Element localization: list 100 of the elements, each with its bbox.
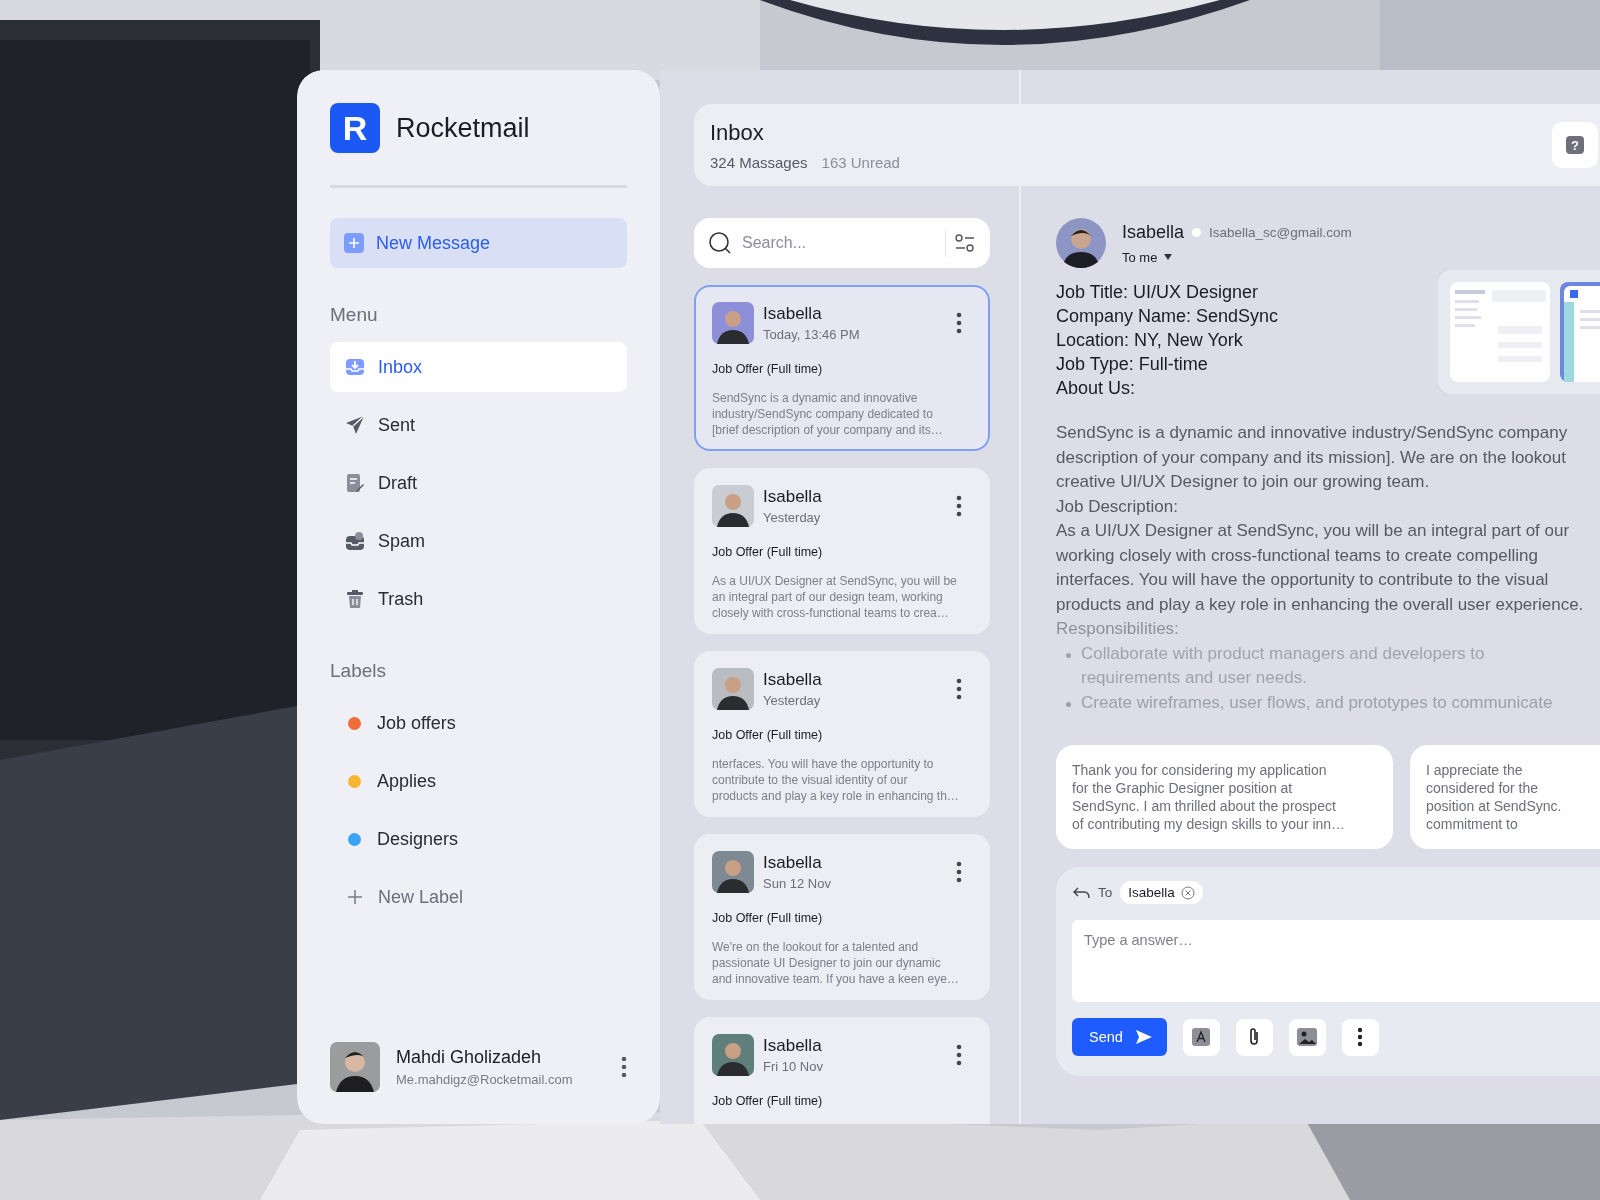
send-icon [1134, 1029, 1153, 1045]
bullet-item: Collaborate with product managers and developers to requirements and user needs. [1081, 642, 1485, 689]
sender-name: Isabella [763, 487, 823, 507]
menu-item[interactable]: Draft [330, 458, 627, 508]
status-dot [1192, 227, 1202, 237]
message-time: Yesterday [763, 693, 822, 708]
user-email: Me.mahdigz@Rocketmail.com [396, 1072, 574, 1087]
user-avatar [330, 1042, 380, 1092]
sender-name: Isabella [763, 304, 823, 324]
page-title: Inbox [710, 119, 765, 146]
plus-icon [344, 233, 364, 253]
email-paragraph: SendSync is a dynamic and innovative industry/SendSync company description of your company and its mission]. We are on the lookout creative UI/UX Designer to join our growing team. [1056, 422, 1569, 493]
suggested-reply[interactable]: Thank you for considering my application for the Graphic Designer position at SendSync. I am thrilled about the prospect of contributing my design skills to your inn… [1056, 745, 1393, 849]
message-preview: As a UI/UX Designer at SendSync, you will be an integral part of our design team, working closely with cross-functional teams to crea… [712, 573, 958, 621]
job-detail: About Us: [1056, 378, 1137, 399]
attachment-button[interactable] [1235, 1018, 1273, 1056]
logo: R [330, 103, 380, 153]
message-card[interactable]: Isabella Today, 13:46 PM Job Offer (Full time) SendSync is a dynamic and innovative industry/SendSync company dedicated to [brief description of your company and its… [694, 285, 990, 451]
message-preview: We're on the lookout for a talented and passionate UI Designer to join our dynamic and innovative team. If you have a keen eye… [712, 939, 960, 987]
more-icon[interactable] [621, 1056, 627, 1078]
more-icon [1357, 1027, 1364, 1047]
email-paragraph: As a UI/UX Designer at SendSync, you will be an integral part of our working closely with cross-functional teams to create compelling interfaces. You will have the opportunity to contribute to the visual products and play a key role in enhancing the overall user experience. [1056, 520, 1585, 616]
label-item[interactable]: Designers [330, 814, 627, 864]
message-time: Fri 10 Nov [763, 1059, 824, 1074]
job-detail: Location: NY, New York [1056, 330, 1244, 351]
paper-plane-icon [344, 414, 366, 436]
section-heading: Menu [330, 304, 379, 326]
message-preview: SendSync is a dynamic and innovative industry/SendSync company dedicated to [brief description of your company and its… [712, 390, 944, 438]
image-icon [1297, 1028, 1318, 1046]
message-card[interactable]: Isabella Fri 10 Nov Job Offer (Full time) [694, 1017, 990, 1124]
plus-icon [347, 889, 363, 905]
suggested-reply[interactable]: I appreciate the considered for the position at SendSync. commitment to [1410, 745, 1600, 849]
caret-icon [1163, 253, 1174, 261]
more-icon[interactable] [956, 861, 962, 883]
document-pencil-icon [344, 472, 366, 494]
recipient-dropdown[interactable]: To me [1122, 249, 1352, 265]
message-subject: Job Offer (Full time) [712, 1094, 824, 1108]
section-heading: Responsibilities: [1056, 618, 1180, 640]
inbox-icon [344, 356, 366, 378]
app-name: Rocketmail [396, 112, 530, 144]
unread-count: 163 Unread [821, 153, 900, 171]
reply-arrow-icon [1072, 885, 1090, 900]
message-time: Today, 13:46 PM [763, 327, 861, 342]
sender-avatar [712, 668, 754, 710]
help-button[interactable]: ? [1552, 122, 1598, 168]
sender-avatar [1056, 218, 1106, 268]
menu-item[interactable]: Trash [330, 574, 627, 624]
sender-name: Isabella [763, 853, 823, 873]
user-name: Mahdi Gholizadeh [396, 1047, 543, 1068]
sender-avatar [712, 851, 754, 893]
menu-item[interactable]: Inbox [330, 342, 627, 392]
more-icon[interactable] [956, 312, 962, 334]
sender-avatar [712, 485, 754, 527]
more-button[interactable] [1341, 1018, 1379, 1056]
bullet-item: Create wireframes, user flows, and prototypes to communicate [1081, 691, 1553, 714]
image-button[interactable] [1288, 1018, 1326, 1056]
job-detail: Job Title: UI/UX Designer [1056, 282, 1260, 303]
message-card[interactable]: Isabella Sun 12 Nov Job Offer (Full time) We're on the lookout for a talented and passionate UI Designer to join our dynamic and innovative team. If you have a keen eye… [694, 834, 990, 1000]
search-field[interactable]: Search... [740, 233, 937, 253]
text-format-button[interactable] [1182, 1018, 1220, 1056]
send-button[interactable]: Send [1072, 1018, 1167, 1056]
search-bar[interactable]: Search... [694, 218, 990, 268]
menu-item[interactable]: Spam [330, 516, 627, 566]
trash-icon [344, 588, 366, 610]
message-preview: nterfaces. You will have the opportunity to contribute to the visual identity of our products and play a key role in enhancing th… [712, 756, 960, 804]
answer-field[interactable]: Type a answer… [1072, 920, 1600, 1002]
job-detail: Company Name: SendSync [1056, 306, 1280, 327]
more-icon[interactable] [956, 678, 962, 700]
more-icon[interactable] [956, 495, 962, 517]
message-count: 324 Massages [710, 153, 808, 171]
sender-email: Isabella_sc@gmail.com [1209, 224, 1352, 240]
close-icon[interactable] [1180, 885, 1195, 900]
tray-icon [344, 530, 366, 552]
message-subject: Job Offer (Full time) [712, 728, 824, 742]
menu-item[interactable]: Sent [330, 400, 627, 450]
message-time: Yesterday [763, 510, 822, 525]
label-item[interactable]: Applies [330, 756, 627, 806]
message-subject: Job Offer (Full time) [712, 362, 824, 376]
sender-avatar [712, 302, 754, 344]
sender-avatar [712, 1034, 754, 1076]
new-message-button[interactable]: New Message [330, 218, 627, 268]
sender-name: Isabella [1122, 221, 1185, 243]
label-item[interactable]: Job offers [330, 698, 627, 748]
filter-icon[interactable] [954, 233, 976, 253]
message-card[interactable]: Isabella Yesterday Job Offer (Full time) As a UI/UX Designer at SendSync, you will be an integral part of our design team, working closely with cross-functional teams to crea… [694, 468, 990, 634]
to-label: To [1098, 885, 1113, 900]
letter-a-icon [1192, 1028, 1211, 1046]
message-time: Sun 12 Nov [763, 876, 832, 891]
message-subject: Job Offer (Full time) [712, 545, 824, 559]
section-heading: Labels [330, 660, 387, 682]
new-label-button[interactable]: New Label [330, 872, 627, 922]
search-icon [708, 231, 732, 255]
message-card[interactable]: Isabella Yesterday Job Offer (Full time) nterfaces. You will have the opportunity to contribute to the visual identity of our products and play a key role in enhancing th… [694, 651, 990, 817]
recipient-name: Isabella [1128, 885, 1175, 900]
message-subject: Job Offer (Full time) [712, 911, 824, 925]
sender-name: Isabella [763, 1036, 823, 1056]
more-icon[interactable] [956, 1044, 962, 1066]
sender-name: Isabella [763, 670, 823, 690]
section-heading: Job Description: [1056, 495, 1179, 518]
job-detail: Job Type: Full-time [1056, 354, 1209, 375]
